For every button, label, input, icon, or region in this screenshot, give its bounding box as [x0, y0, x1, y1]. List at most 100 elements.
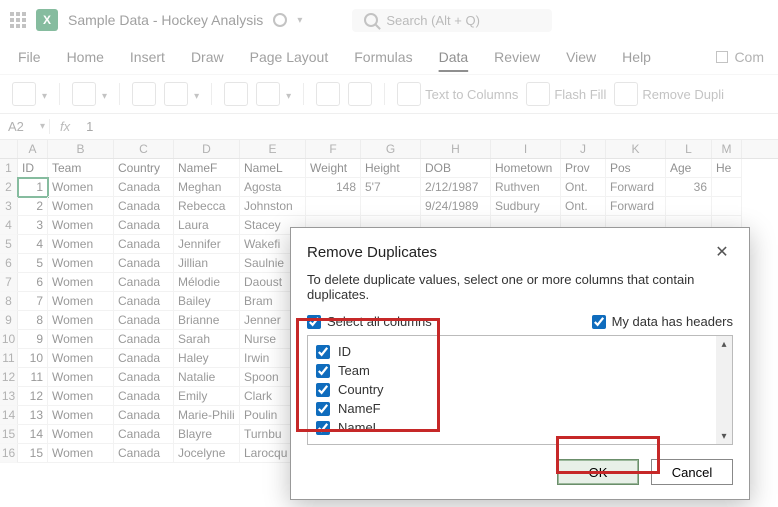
row-header[interactable]: 2: [0, 178, 18, 197]
cell[interactable]: Canada: [114, 273, 174, 292]
cell[interactable]: Rebecca: [174, 197, 240, 216]
column-checkbox[interactable]: [316, 402, 330, 416]
cell[interactable]: Women: [48, 330, 114, 349]
cell[interactable]: Canada: [114, 235, 174, 254]
cell[interactable]: Mélodie: [174, 273, 240, 292]
cell[interactable]: Emily: [174, 387, 240, 406]
cancel-button[interactable]: Cancel: [651, 459, 733, 485]
cell[interactable]: Women: [48, 178, 114, 197]
cell[interactable]: Johnston: [240, 197, 306, 216]
column-item[interactable]: NameL: [316, 418, 724, 437]
cell[interactable]: Canada: [114, 216, 174, 235]
column-header[interactable]: G: [361, 140, 421, 158]
cell[interactable]: [666, 197, 712, 216]
column-header[interactable]: C: [114, 140, 174, 158]
dropdown-caret[interactable]: ▾: [297, 15, 302, 26]
column-header[interactable]: B: [48, 140, 114, 158]
cell[interactable]: Canada: [114, 292, 174, 311]
cell[interactable]: Forward: [606, 178, 666, 197]
select-all-cell[interactable]: [0, 140, 18, 158]
cell[interactable]: 148: [306, 178, 361, 197]
header-cell[interactable]: Country: [114, 159, 174, 178]
cell[interactable]: [712, 178, 742, 197]
cell[interactable]: [712, 197, 742, 216]
cell[interactable]: 14: [18, 425, 48, 444]
column-header[interactable]: M: [712, 140, 742, 158]
column-checkbox[interactable]: [316, 383, 330, 397]
row-header[interactable]: 11: [0, 349, 18, 368]
row-header[interactable]: 4: [0, 216, 18, 235]
flash-fill-button[interactable]: Flash Fill: [526, 82, 606, 106]
tab-file[interactable]: File: [14, 43, 45, 71]
tab-page-layout[interactable]: Page Layout: [246, 43, 333, 71]
cell[interactable]: Haley: [174, 349, 240, 368]
cell[interactable]: Sudbury: [491, 197, 561, 216]
cell[interactable]: Canada: [114, 197, 174, 216]
tab-review[interactable]: Review: [490, 43, 544, 71]
cell[interactable]: 15: [18, 444, 48, 463]
cell[interactable]: Blayre: [174, 425, 240, 444]
header-cell[interactable]: Pos: [606, 159, 666, 178]
currencies-button[interactable]: [164, 82, 199, 106]
cell[interactable]: 12: [18, 387, 48, 406]
cell[interactable]: Canada: [114, 254, 174, 273]
header-cell[interactable]: DOB: [421, 159, 491, 178]
clear-button[interactable]: [316, 82, 340, 106]
cell[interactable]: Women: [48, 425, 114, 444]
tab-insert[interactable]: Insert: [126, 43, 169, 71]
cell[interactable]: Women: [48, 349, 114, 368]
cell[interactable]: Sarah: [174, 330, 240, 349]
cell[interactable]: 3: [18, 216, 48, 235]
cell[interactable]: Brianne: [174, 311, 240, 330]
header-cell[interactable]: Prov: [561, 159, 606, 178]
cell[interactable]: Jillian: [174, 254, 240, 273]
tab-help[interactable]: Help: [618, 43, 655, 71]
tab-formulas[interactable]: Formulas: [350, 43, 416, 71]
cell[interactable]: 7: [18, 292, 48, 311]
cell[interactable]: Women: [48, 387, 114, 406]
column-checkbox[interactable]: [316, 364, 330, 378]
columns-listbox[interactable]: IDTeamCountryNameFNameL ▴ ▾: [307, 335, 733, 445]
cell[interactable]: Canada: [114, 425, 174, 444]
cell[interactable]: Ont.: [561, 197, 606, 216]
cell[interactable]: Canada: [114, 311, 174, 330]
cell[interactable]: Women: [48, 292, 114, 311]
autosave-icon[interactable]: [273, 13, 287, 27]
column-header[interactable]: J: [561, 140, 606, 158]
header-cell[interactable]: NameF: [174, 159, 240, 178]
text-to-columns-button[interactable]: Text to Columns: [397, 82, 518, 106]
header-cell[interactable]: NameL: [240, 159, 306, 178]
app-launcher-icon[interactable]: [10, 12, 26, 28]
remove-duplicates-button[interactable]: Remove Dupli: [614, 82, 724, 106]
reapply-button[interactable]: [348, 82, 372, 106]
scroll-down-icon[interactable]: ▾: [716, 428, 732, 444]
cell[interactable]: Canada: [114, 406, 174, 425]
cell[interactable]: 13: [18, 406, 48, 425]
cell[interactable]: Laura: [174, 216, 240, 235]
column-header[interactable]: A: [18, 140, 48, 158]
cell[interactable]: [306, 197, 361, 216]
column-header[interactable]: D: [174, 140, 240, 158]
row-header[interactable]: 8: [0, 292, 18, 311]
cell[interactable]: Meghan: [174, 178, 240, 197]
cell[interactable]: Canada: [114, 330, 174, 349]
row-header[interactable]: 12: [0, 368, 18, 387]
formula-value[interactable]: 1: [80, 119, 93, 134]
cell[interactable]: 8: [18, 311, 48, 330]
cell[interactable]: 9: [18, 330, 48, 349]
cell[interactable]: Jocelyne: [174, 444, 240, 463]
header-cell[interactable]: ID: [18, 159, 48, 178]
column-header[interactable]: K: [606, 140, 666, 158]
cell[interactable]: Women: [48, 235, 114, 254]
column-item[interactable]: Country: [316, 380, 724, 399]
tab-view[interactable]: View: [562, 43, 600, 71]
comments-button[interactable]: Com: [716, 49, 764, 65]
cell[interactable]: Marie-Phili: [174, 406, 240, 425]
row-header[interactable]: 7: [0, 273, 18, 292]
name-box[interactable]: A2: [0, 119, 50, 134]
cell[interactable]: 36: [666, 178, 712, 197]
select-all-columns-checkbox[interactable]: [307, 315, 321, 329]
column-checkbox[interactable]: [316, 345, 330, 359]
column-header[interactable]: I: [491, 140, 561, 158]
my-data-has-headers-checkbox[interactable]: [592, 315, 606, 329]
